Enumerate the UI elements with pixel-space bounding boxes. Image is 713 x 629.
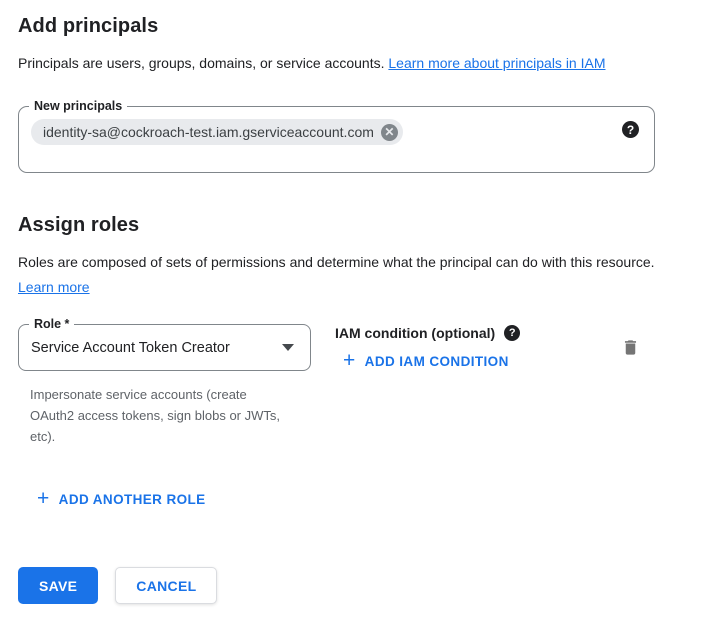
dialog-actions: SAVE CANCEL — [18, 567, 695, 604]
delete-role-button[interactable] — [621, 338, 640, 360]
trash-icon — [621, 338, 640, 357]
role-select[interactable]: Role * Service Account Token Creator — [18, 324, 311, 371]
new-principals-label: New principals — [29, 98, 127, 114]
principal-chip-value: identity-sa@cockroach-test.iam.gservicea… — [43, 124, 374, 140]
new-principals-help-icon[interactable]: ? — [622, 121, 639, 138]
learn-more-principals-link[interactable]: Learn more about principals in IAM — [388, 55, 605, 71]
iam-condition-label: IAM condition (optional) — [335, 325, 495, 341]
chip-remove-icon[interactable]: ✕ — [381, 124, 398, 141]
principal-chip: identity-sa@cockroach-test.iam.gservicea… — [31, 119, 403, 145]
role-label: Role * — [29, 316, 74, 332]
plus-icon: + — [37, 488, 50, 509]
assign-roles-text: Roles are composed of sets of permission… — [18, 250, 664, 300]
intro-text-body: Principals are users, groups, domains, o… — [18, 55, 385, 71]
plus-icon: + — [343, 350, 356, 371]
role-selected-value: Service Account Token Creator — [31, 340, 230, 356]
role-column: Role * Service Account Token Creator Imp… — [18, 324, 311, 447]
new-principals-field[interactable]: New principals identity-sa@cockroach-tes… — [18, 106, 655, 173]
assign-roles-text-body: Roles are composed of sets of permission… — [18, 254, 655, 270]
add-another-role-button[interactable]: + ADD ANOTHER ROLE — [37, 490, 206, 509]
role-row: Role * Service Account Token Creator Imp… — [18, 324, 695, 447]
assign-roles-title: Assign roles — [18, 214, 695, 237]
save-button[interactable]: SAVE — [18, 567, 98, 604]
add-principals-panel: Add principals Principals are users, gro… — [0, 0, 713, 604]
intro-text: Principals are users, groups, domains, o… — [18, 51, 664, 76]
dropdown-arrow-icon — [282, 344, 294, 351]
add-another-role-label: ADD ANOTHER ROLE — [59, 492, 206, 507]
delete-role-wrap — [621, 324, 640, 447]
add-iam-condition-button[interactable]: + ADD IAM CONDITION — [343, 352, 509, 371]
add-iam-condition-label: ADD IAM CONDITION — [365, 354, 509, 369]
iam-condition-header: IAM condition (optional) ? — [335, 325, 520, 341]
cancel-button[interactable]: CANCEL — [115, 567, 217, 604]
page-title: Add principals — [18, 15, 695, 38]
learn-more-roles-link[interactable]: Learn more — [18, 279, 90, 295]
iam-condition-help-icon[interactable]: ? — [504, 325, 520, 341]
role-description: Impersonate service accounts (create OAu… — [30, 384, 286, 447]
iam-condition-column: IAM condition (optional) ? + ADD IAM CON… — [335, 324, 520, 447]
